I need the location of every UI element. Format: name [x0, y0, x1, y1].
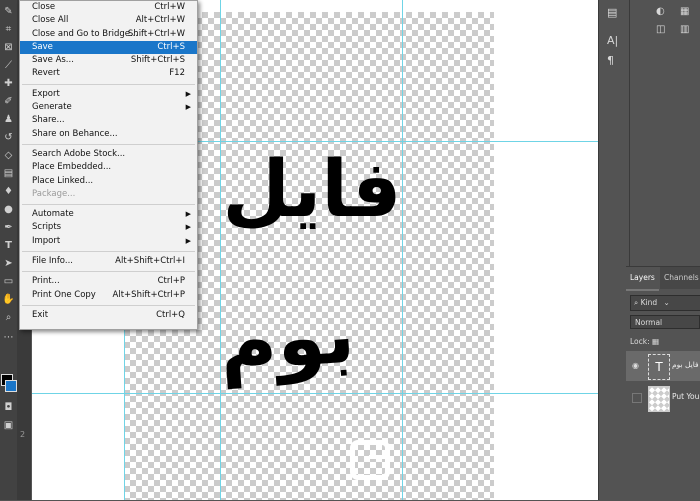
- visibility-eye-icon[interactable]: ◉: [632, 361, 642, 370]
- menu-item-place-embedded[interactable]: Place Embedded...: [20, 161, 197, 174]
- menu-item-save[interactable]: Save Ctrl+S: [20, 40, 197, 55]
- menu-item-search-stock[interactable]: Search Adobe Stock...: [20, 148, 197, 161]
- lock-transparency-icon[interactable]: ▦: [652, 337, 659, 346]
- guide-vertical[interactable]: [220, 0, 221, 500]
- gradient-icon[interactable]: ▤: [0, 166, 17, 182]
- menu-separator: [22, 83, 195, 85]
- text-layer-thumbnail: T: [648, 354, 670, 380]
- stamp-icon[interactable]: ♟: [0, 112, 17, 128]
- submenu-arrow-icon: ▶: [185, 210, 191, 219]
- swatches-icon[interactable]: ▦: [680, 6, 689, 17]
- menu-item-scripts[interactable]: Scripts ▶: [20, 221, 197, 234]
- brush-icon[interactable]: ✎: [0, 4, 17, 20]
- blur-icon[interactable]: ♦: [0, 184, 17, 200]
- layer-name[interactable]: Put Your: [672, 392, 700, 401]
- menu-item-import[interactable]: Import ▶: [20, 235, 197, 248]
- menu-item-share[interactable]: Share...: [20, 114, 197, 127]
- libraries-icon[interactable]: ▥: [680, 24, 689, 35]
- character-icon[interactable]: A|: [607, 34, 618, 47]
- menu-separator: [22, 304, 195, 306]
- file-menu: Close Ctrl+W Close All Alt+Ctrl+W Close an…: [19, 0, 198, 330]
- screen-mode-icon[interactable]: ▣: [0, 418, 17, 434]
- menu-item-automate[interactable]: Automate ▶: [20, 208, 197, 221]
- menu-item-revert[interactable]: Revert F12: [20, 67, 197, 80]
- submenu-arrow-icon: ▶: [185, 223, 191, 232]
- color-icon[interactable]: ◫: [656, 24, 665, 35]
- type-icon[interactable]: T: [0, 238, 17, 254]
- crop-icon[interactable]: ⌗: [0, 22, 17, 38]
- menu-item-share-behance[interactable]: Share on Behance...: [20, 128, 197, 141]
- menu-separator: [22, 251, 195, 253]
- tab-channels[interactable]: Channels: [660, 267, 700, 289]
- visibility-toggle[interactable]: [632, 393, 642, 403]
- menu-item-export[interactable]: Export ▶: [20, 88, 197, 101]
- layers-panel: Layers Channels ⌕ Kind ⌄ Normal Lock: ▦ …: [626, 266, 700, 501]
- layer-name[interactable]: فایل بوم: [672, 360, 699, 369]
- menu-item-print[interactable]: Print... Ctrl+P: [20, 275, 197, 288]
- dodge-icon[interactable]: ●: [0, 202, 17, 218]
- menu-item-file-info[interactable]: File Info... Alt+Shift+Ctrl+I: [20, 255, 197, 268]
- menu-item-print-one-copy[interactable]: Print One Copy Alt+Shift+Ctrl+P: [20, 289, 197, 302]
- guide-vertical[interactable]: [402, 0, 403, 500]
- brand-logo-icon: [350, 440, 390, 480]
- ruler-mark: 2: [20, 430, 26, 439]
- menu-separator: [22, 271, 195, 273]
- search-icon: ⌕: [634, 298, 639, 307]
- menu-item-generate[interactable]: Generate ▶: [20, 101, 197, 114]
- chevron-down-icon: ⌄: [663, 298, 670, 307]
- layer-kind-filter[interactable]: ⌕ Kind ⌄: [630, 295, 700, 311]
- brush-tool-icon[interactable]: ✐: [0, 94, 17, 110]
- tab-layers[interactable]: Layers: [626, 267, 659, 291]
- guide-horizontal[interactable]: [32, 393, 598, 394]
- menu-item-close[interactable]: Close Ctrl+W: [20, 1, 197, 14]
- tools-panel: ✎ ⌗ ⊠ ⟋ ✚ ✐ ♟ ↺ ◇ ▤ ♦ ● ✒ T ➤ ▭ ✋ ⌕ ⋯ ◘ …: [0, 0, 18, 500]
- lock-label: Lock: ▦: [630, 337, 660, 346]
- kind-label: Kind: [640, 298, 658, 307]
- frame-icon[interactable]: ⊠: [0, 40, 17, 56]
- menu-item-place-linked[interactable]: Place Linked...: [20, 175, 197, 188]
- menu-separator: [22, 143, 195, 145]
- canvas-text-line-2: بوم: [216, 290, 358, 390]
- layer-row[interactable]: ◉ T فایل بوم: [626, 351, 700, 381]
- zoom-icon[interactable]: ⌕: [0, 310, 17, 326]
- history-icon[interactable]: ▤: [607, 6, 617, 19]
- quick-mask-icon[interactable]: ◘: [0, 400, 17, 416]
- submenu-arrow-icon: ▶: [185, 236, 191, 245]
- paragraph-icon[interactable]: ¶: [607, 54, 614, 67]
- adjustments-icon[interactable]: ◐: [656, 6, 665, 17]
- menu-item-package: Package...: [32, 188, 76, 199]
- panel-dock-icons: ▤ A| ¶: [598, 0, 629, 500]
- rectangle-icon[interactable]: ▭: [0, 274, 17, 290]
- blend-mode-select[interactable]: Normal: [630, 315, 700, 329]
- menu-item-exit[interactable]: Exit Ctrl+Q: [20, 309, 197, 322]
- submenu-arrow-icon: ▶: [185, 103, 191, 112]
- background-color-swatch[interactable]: [5, 380, 17, 392]
- menu-item-close-all[interactable]: Close All Alt+Ctrl+W: [20, 14, 197, 27]
- hand-icon[interactable]: ✋: [0, 292, 17, 308]
- menu-item-close-bridge[interactable]: Close and Go to Bridge... Shift+Ctrl+W: [20, 28, 197, 41]
- menu-item-save-as[interactable]: Save As... Shift+Ctrl+S: [20, 54, 197, 67]
- menu-separator: [22, 204, 195, 206]
- image-layer-thumbnail: [648, 386, 670, 412]
- layer-row[interactable]: Put Your: [626, 383, 700, 413]
- healing-icon[interactable]: ✚: [0, 76, 17, 92]
- eraser-icon[interactable]: ◇: [0, 148, 17, 164]
- path-select-icon[interactable]: ➤: [0, 256, 17, 272]
- submenu-arrow-icon: ▶: [185, 89, 191, 98]
- more-icon[interactable]: ⋯: [0, 330, 17, 346]
- history-brush-icon[interactable]: ↺: [0, 130, 17, 146]
- canvas-text-line-1: فایل: [222, 145, 402, 235]
- eyedropper-icon[interactable]: ⟋: [0, 58, 17, 74]
- pen-icon[interactable]: ✒: [0, 220, 17, 236]
